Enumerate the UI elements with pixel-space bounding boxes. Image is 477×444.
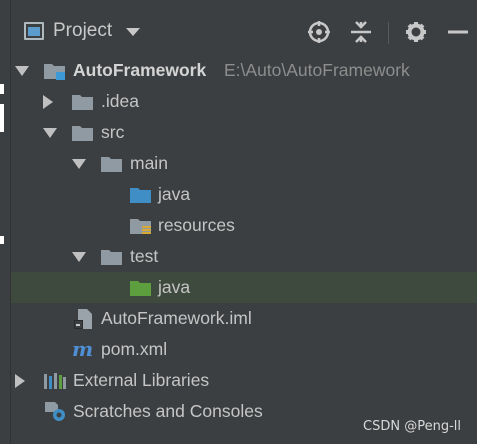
chevron-down-icon[interactable]: [126, 28, 140, 36]
tree-node-label: resources: [158, 215, 235, 235]
tree-node-label: main: [130, 153, 168, 173]
tree-node-label: AutoFramework.iml: [101, 308, 252, 328]
tree-node-label: pom.xml: [101, 339, 168, 359]
module-folder-icon: [43, 61, 67, 81]
tree-node-resources[interactable]: resources: [11, 210, 477, 241]
strip-marker: [0, 236, 4, 244]
left-tool-strip: [0, 0, 11, 444]
folder-icon: [100, 247, 124, 267]
tree-node-label: Scratches and Consoles: [73, 401, 263, 421]
tree-node-autoframework[interactable]: AutoFramework E:\Auto\AutoFramework: [11, 55, 477, 86]
tree-node-main[interactable]: main: [11, 148, 477, 179]
toolbar-separator: [388, 22, 389, 44]
libraries-icon: [43, 371, 67, 391]
module-path: E:\Auto\AutoFramework: [224, 60, 410, 80]
resources-folder-icon: [129, 216, 153, 236]
tree-node-src[interactable]: src: [11, 117, 477, 148]
folder-icon: [71, 123, 95, 143]
expand-arrow-icon[interactable]: [43, 128, 57, 138]
svg-text:m: m: [72, 339, 93, 359]
tree-node-label: External Libraries: [73, 370, 210, 390]
scratches-icon: [43, 401, 69, 423]
watermark: CSDN @Peng-ll: [363, 419, 461, 434]
tree-node-test-java[interactable]: java: [11, 272, 477, 303]
project-view-icon: [24, 22, 44, 40]
source-folder-icon: [129, 185, 153, 205]
expand-arrow-icon[interactable]: [15, 66, 29, 76]
folder-icon: [100, 154, 124, 174]
expand-arrow-icon[interactable]: [43, 95, 53, 109]
minimize-icon[interactable]: [445, 19, 471, 45]
expand-arrow-icon[interactable]: [72, 159, 86, 169]
folder-icon: [71, 92, 95, 112]
target-icon[interactable]: [306, 19, 332, 45]
gear-icon[interactable]: [403, 19, 429, 45]
tree-node-label: AutoFramework: [73, 60, 207, 80]
tree-node-label: java: [158, 184, 191, 204]
tree-node-external-libraries[interactable]: External Libraries: [11, 365, 477, 396]
project-tool-window-header: Project: [11, 12, 477, 52]
strip-marker: [0, 84, 4, 94]
collapse-all-icon[interactable]: [348, 19, 374, 45]
tree-node-label: src: [101, 122, 125, 142]
maven-icon: m: [71, 339, 97, 359]
strip-marker: [0, 104, 4, 132]
tree-node-label: java: [158, 277, 191, 297]
iml-file-icon: [73, 308, 95, 330]
tree-node-main-java[interactable]: java: [11, 179, 477, 210]
tree-node-test[interactable]: test: [11, 241, 477, 272]
tree-node-label: test: [130, 246, 159, 266]
tree-node-pom[interactable]: m pom.xml: [11, 334, 477, 365]
tree-node-label: .idea: [101, 91, 139, 111]
test-folder-icon: [129, 278, 153, 298]
expand-arrow-icon[interactable]: [15, 374, 25, 388]
tree-node-idea[interactable]: .idea: [11, 86, 477, 117]
project-view-selector[interactable]: Project: [53, 20, 112, 42]
tree-node-iml[interactable]: AutoFramework.iml: [11, 303, 477, 334]
expand-arrow-icon[interactable]: [72, 252, 86, 262]
